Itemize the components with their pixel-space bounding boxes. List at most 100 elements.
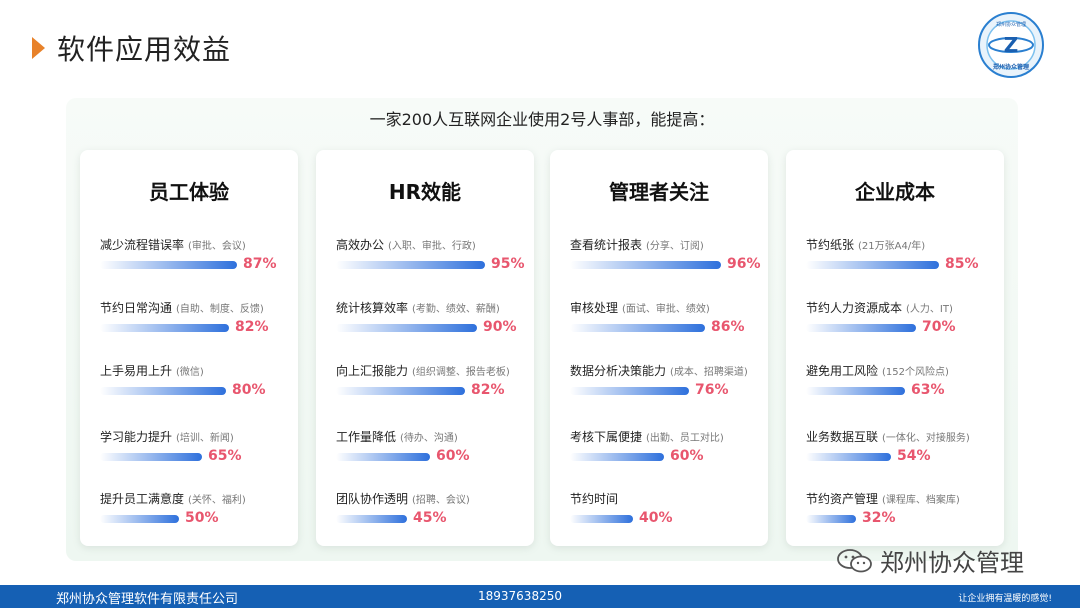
metric-label: 学习能力提升 (培训、新闻) [100,430,234,444]
metric-note: (招聘、会议) [412,495,470,506]
progress-bar [570,453,664,461]
metric-percent: 87% [243,256,277,272]
card-hr-efficiency: HR效能 高效办公 (入职、审批、行政) 95% 统计核算效率 (考勤、绩效、薪酬) 9… [316,150,534,546]
metric-note: (微信) [176,367,204,378]
metric-note: (课程库、档案库) [882,495,960,506]
progress-bar [100,324,229,332]
progress-bar [336,453,430,461]
company-logo: Z 郑州协众管理 郑州协众管理 [978,12,1044,78]
metric-note: (成本、招聘渠道) [670,367,748,378]
footer-slogan: 让企业拥有温暖的感觉! [958,594,1052,604]
metric-label: 统计核算效率 (考勤、绩效、薪酬) [336,301,500,315]
card-manager-focus: 管理者关注 查看统计报表 (分享、订阅) 96% 审核处理 (面试、审批、绩效) 86%… [550,150,768,546]
footer-bar: 郑州协众管理软件有限责任公司 18937638250 让企业拥有温暖的感觉! [0,585,1080,608]
metric-row: 业务数据互联 (一体化、对接服务) 54% [806,428,992,478]
metric-row: 工作量降低 (待办、沟通) 60% [336,428,522,478]
progress-bar [100,387,226,395]
progress-bar [100,261,237,269]
footer-phone: 18937638250 [478,589,562,603]
metric-row: 减少流程错误率 (审批、会议) 87% [100,236,286,286]
panel-subtitle: 一家200人互联网企业使用2号人事部，能提高： [369,110,715,129]
metric-row: 团队协作透明 (招聘、会议) 45% [336,490,522,540]
progress-bar [806,261,939,269]
metric-percent: 95% [491,256,525,272]
metric-row: 提升员工满意度 (关怀、福利) 50% [100,490,286,540]
metric-percent: 85% [945,256,979,272]
metric-row: 审核处理 (面试、审批、绩效) 86% [570,299,756,349]
metric-note: (人力、IT) [906,304,953,315]
metric-percent: 82% [235,319,269,335]
metric-note: (关怀、福利) [188,495,246,506]
metric-percent: 70% [922,319,956,335]
logo-letter: Z [1004,33,1019,57]
metric-label: 避免用工风险 (152个风险点) [806,364,949,378]
metric-label: 减少流程错误率 (审批、会议) [100,238,246,252]
card-title: 员工体验 [149,180,229,204]
metric-percent: 60% [436,448,470,464]
metric-percent: 32% [862,510,896,526]
metric-percent: 65% [208,448,242,464]
metric-label: 查看统计报表 (分享、订阅) [570,238,704,252]
metric-label: 节约人力资源成本 (人力、IT) [806,301,953,315]
metric-row: 节约纸张 (21万张A4/年) 85% [806,236,992,286]
metric-note: (组织调整、报告老板) [412,367,510,378]
logo-bottom-text: 郑州协众管理 [993,63,1029,71]
metric-percent: 45% [413,510,447,526]
metric-label: 考核下属便捷 (出勤、员工对比) [570,430,724,444]
metric-label: 节约纸张 (21万张A4/年) [806,238,926,252]
progress-bar [570,324,705,332]
metric-label: 节约时间 [570,492,619,506]
metric-label: 节约日常沟通 (自助、制度、反馈) [100,301,264,315]
metric-note: (152个风险点) [882,367,949,378]
metric-note: (分享、订阅) [646,241,704,252]
metric-note: (21万张A4/年) [858,241,926,252]
metric-row: 考核下属便捷 (出勤、员工对比) 60% [570,428,756,478]
progress-bar [806,515,856,523]
metric-row: 节约日常沟通 (自助、制度、反馈) 82% [100,299,286,349]
card-title: 企业成本 [855,180,935,204]
logo-top-text: 郑州协众管理 [996,21,1026,28]
metric-percent: 96% [727,256,761,272]
metric-row: 查看统计报表 (分享、订阅) 96% [570,236,761,286]
metric-note: (考勤、绩效、薪酬) [412,304,500,315]
card-enterprise-cost: 企业成本 节约纸张 (21万张A4/年) 85% 节约人力资源成本 (人力、IT) 70… [786,150,1004,546]
title-arrow-icon [32,37,45,59]
metric-label: 数据分析决策能力 (成本、招聘渠道) [570,364,748,378]
metric-note: (自助、制度、反馈) [176,304,264,315]
progress-bar [570,515,633,523]
footer-company: 郑州协众管理软件有限责任公司 [56,592,239,607]
progress-bar [806,387,905,395]
metric-row: 节约时间 40% [570,490,756,540]
metric-label: 上手易用上升 (微信) [100,364,204,378]
metric-percent: 90% [483,319,517,335]
progress-bar [806,324,916,332]
metric-label: 高效办公 (入职、审批、行政) [336,238,476,252]
metric-percent: 54% [897,448,931,464]
metric-percent: 40% [639,510,673,526]
metric-percent: 60% [670,448,704,464]
metric-percent: 76% [695,382,729,398]
metric-note: (入职、审批、行政) [388,241,476,252]
metric-label: 提升员工满意度 (关怀、福利) [100,492,246,506]
wechat-watermark: 郑州协众管理 [836,543,1024,578]
metric-note: (面试、审批、绩效) [622,304,710,315]
card-title: 管理者关注 [609,180,709,204]
metric-label: 业务数据互联 (一体化、对接服务) [806,430,970,444]
metric-percent: 50% [185,510,219,526]
progress-bar [570,387,689,395]
metric-label: 工作量降低 (待办、沟通) [336,430,458,444]
metric-percent: 86% [711,319,745,335]
metric-row: 上手易用上升 (微信) 80% [100,362,286,412]
wechat-icon [837,548,872,572]
metric-note: (出勤、员工对比) [646,433,724,444]
progress-bar [336,261,485,269]
metric-label: 向上汇报能力 (组织调整、报告老板) [336,364,510,378]
progress-bar [806,453,891,461]
metric-row: 避免用工风险 (152个风险点) 63% [806,362,992,412]
metric-label: 节约资产管理 (课程库、档案库) [806,492,960,506]
metric-percent: 80% [232,382,266,398]
metric-row: 节约资产管理 (课程库、档案库) 32% [806,490,992,540]
progress-bar [570,261,721,269]
metric-note: (一体化、对接服务) [882,433,970,444]
metric-row: 统计核算效率 (考勤、绩效、薪酬) 90% [336,299,522,349]
